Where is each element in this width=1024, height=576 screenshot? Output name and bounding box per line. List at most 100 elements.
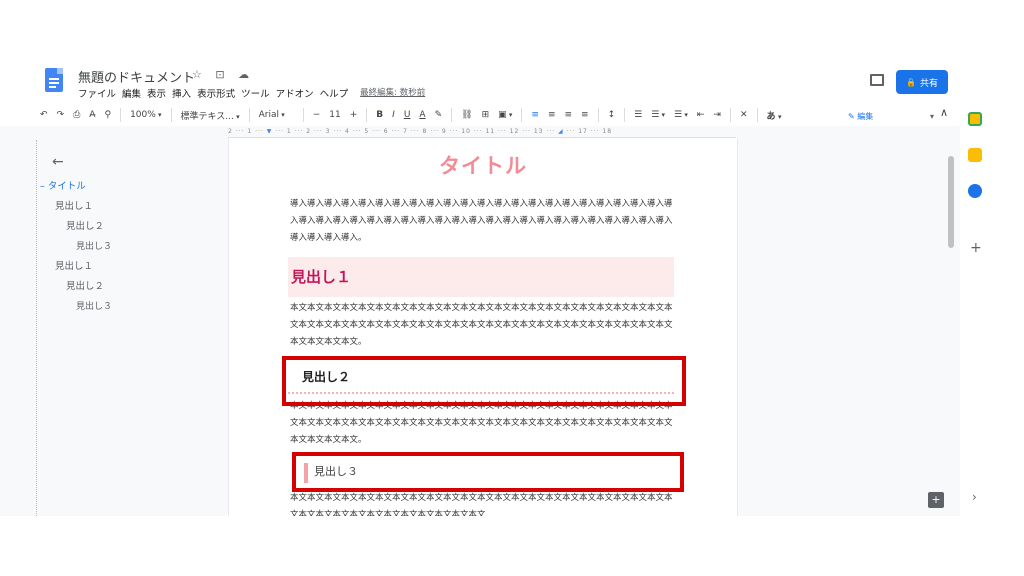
body-paragraph-3: 本文本文本文本文本文本文本文本文本文本文本文本文本文本文本文本文本文本文本文本文… [290,493,673,516]
bold-button[interactable]: B [376,110,383,120]
ruler-mark: 10 [461,128,471,135]
menu-tools[interactable]: ツール [241,86,270,100]
chevron-down-icon: ▾ [929,111,934,121]
paint-format-icon[interactable]: ⚲ [104,110,111,120]
star-move-cloud-icons[interactable]: ☆ ⊡ ☁ [192,68,254,81]
docs-logo-icon[interactable] [45,68,63,92]
font-select[interactable]: Arial [259,110,285,120]
divider [170,108,172,122]
keep-icon[interactable] [968,148,982,162]
collapse-menus-icon[interactable]: ∧ [940,106,948,119]
lock-icon: 🔒 [906,77,916,87]
ruler-mark: 1 [286,128,292,135]
comment-history-icon[interactable] [870,74,884,86]
outline-item-h1[interactable]: 見出し１ [40,260,112,280]
ruler-mark: 5 [364,128,370,135]
highlight-icon[interactable]: ✎ [435,110,443,120]
divider [451,108,453,122]
right-indent-marker-icon[interactable]: ◢ [558,128,564,135]
ruler-mark: 3 [325,128,331,135]
font-size-increase-button[interactable]: + [350,110,358,120]
divider [120,108,122,122]
vertical-scrollbar[interactable] [948,156,954,248]
add-comment-icon[interactable]: ⊞ [482,110,490,120]
align-right-icon[interactable]: ≡ [564,110,572,120]
body-paragraph-1: 本文本文本文本文本文本文本文本文本文本文本文本文本文本文本文本文本文本文本文本文… [290,303,673,347]
menu-format[interactable]: 表示形式 [197,86,235,100]
highlight-box-heading-3 [292,452,684,492]
divider [729,108,731,122]
menu-bar: ファイル 編集 表示 挿入 表示形式 ツール アドオン ヘルプ 最終編集: 数秒… [78,86,425,100]
share-button[interactable]: 🔒 共有 [896,70,948,94]
menu-help[interactable]: ヘルプ [320,86,349,100]
indent-marker-icon[interactable]: ▼ [267,128,273,135]
ruler-mark: 7 [403,128,408,135]
bulleted-list-icon[interactable]: ☰ [651,110,665,120]
ruler-mark: 2 [306,128,312,135]
highlight-box-heading-2 [282,356,686,406]
menu-file[interactable]: ファイル [78,86,116,100]
calendar-icon[interactable] [968,112,982,126]
link-icon[interactable]: ⛓ [461,110,472,120]
tasks-icon[interactable] [968,184,982,198]
outline-item-h1[interactable]: 見出し１ [40,200,112,220]
document-title[interactable]: 無題のドキュメント [78,67,195,86]
line-spacing-icon[interactable]: ↕ [608,110,616,120]
explore-icon[interactable]: + [928,492,944,508]
menu-edit[interactable]: 編集 [122,86,141,100]
menu-insert[interactable]: 挿入 [172,86,191,100]
outline-item-title[interactable]: タイトル [40,180,112,200]
underline-button[interactable]: U [404,110,411,120]
ruler-mark: 1 [247,128,253,135]
editing-mode-label: 編集 [857,111,874,121]
ruler-mark: 17 [578,128,588,135]
editing-mode-select[interactable]: ✎ 編集 ▾ [848,108,934,124]
spellcheck-icon[interactable]: A̶ [89,110,95,120]
font-size-input[interactable]: 11 [329,110,340,120]
text-color-button[interactable]: A [419,110,425,120]
outline-item-h2[interactable]: 見出し２ [40,280,112,300]
ruler-mark: 8 [422,128,428,135]
get-addons-icon[interactable]: + [970,240,982,256]
undo-icon[interactable]: ↶ [40,110,48,120]
close-outline-arrow-icon[interactable]: ← [52,154,64,170]
ruler-mark: 11 [485,128,496,135]
decrease-indent-icon[interactable]: ⇤ [697,110,705,120]
intro-paragraph: 導入導入導入導入導入導入導入導入導入導入導入導入導入導入導入導入導入導入導入導入… [290,199,673,243]
italic-button[interactable]: I [392,110,395,120]
align-center-icon[interactable]: ≡ [548,110,556,120]
ruler-mark: 12 [509,128,520,135]
ruler-ticks: 2 ··· 1 ··· ▼ ··· 1 ··· 2 ··· 3 ··· 4 ··… [228,128,613,135]
ruler-mark: 6 [383,128,389,135]
toolbar: ↶ ↷ ⎙ A̶ ⚲ 100% 標準テキス... Arial − 11 + B … [40,104,960,126]
show-side-panel-icon[interactable]: › [972,490,977,504]
checklist-icon[interactable]: ☰ [634,110,642,120]
redo-icon[interactable]: ↷ [57,110,65,120]
side-panel [968,112,986,220]
doc-title-heading: タイトル [439,154,527,178]
font-size-decrease-button[interactable]: − [313,110,321,120]
divider [756,108,758,122]
outline-item-h2[interactable]: 見出し２ [40,220,112,240]
menu-addons[interactable]: アドオン [276,86,314,100]
style-select[interactable]: 標準テキス... [181,109,240,122]
clear-formatting-icon[interactable]: ✕ [740,110,748,120]
divider [521,108,523,122]
ruler-mark: 9 [441,128,447,135]
outline-item-h3[interactable]: 見出し３ [40,240,112,260]
outline-item-h3[interactable]: 見出し３ [40,300,112,320]
zoom-select[interactable]: 100% [130,110,161,120]
input-tools-button[interactable]: あ [767,109,782,122]
print-icon[interactable]: ⎙ [73,110,80,120]
menu-view[interactable]: 表示 [147,86,166,100]
last-edit-link[interactable]: 最終編集: 数秒前 [360,86,425,100]
horizontal-ruler[interactable]: 2 ··· 1 ··· ▼ ··· 1 ··· 2 ··· 3 ··· 4 ··… [228,126,736,138]
insert-image-icon[interactable]: ▣ [498,110,512,120]
pencil-icon: ✎ 編集 [848,111,874,121]
heading-1: 見出し１ [288,257,674,297]
justify-icon[interactable]: ≡ [581,110,589,120]
numbered-list-icon[interactable]: ☰ [674,110,688,120]
divider [624,108,626,122]
align-left-icon[interactable]: ≡ [531,110,539,120]
increase-indent-icon[interactable]: ⇥ [713,110,721,120]
